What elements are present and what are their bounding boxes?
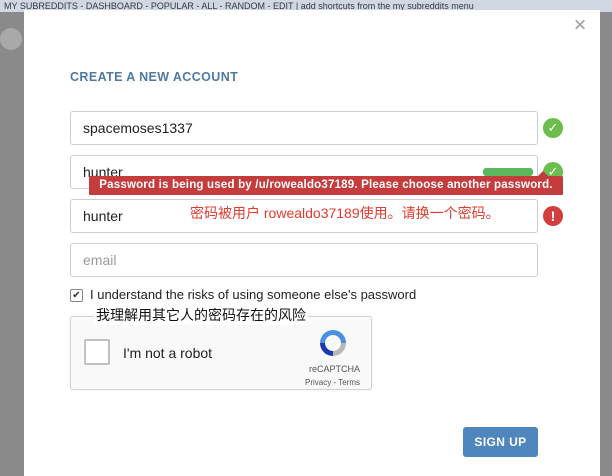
risk-checkbox[interactable]: ✔ (70, 289, 83, 302)
password-strength-bar (483, 168, 533, 176)
error-translation-note: 密码被用户 rowealdo37189使用。请换一个密码。 (190, 205, 500, 221)
email-field[interactable] (70, 243, 538, 277)
recaptcha-logo-icon (320, 330, 346, 356)
page-title: CREATE A NEW ACCOUNT (70, 70, 239, 84)
risk-checkbox-label[interactable]: I understand the risks of using someone … (90, 287, 416, 302)
recaptcha-terms-link[interactable]: Privacy - Terms (71, 378, 373, 387)
recaptcha-brand: reCAPTCHA (308, 364, 360, 374)
close-icon[interactable]: × (572, 14, 588, 36)
check-circle-icon: ✓ (543, 118, 563, 138)
exclamation-circle-icon: ! (543, 206, 563, 226)
sign-up-button[interactable]: SIGN UP (463, 427, 538, 457)
checkbox-translation-note: 我理解用其它人的密码存在的风险 (94, 305, 308, 325)
username-field[interactable] (70, 111, 538, 145)
recaptcha-label: I'm not a robot (123, 345, 213, 361)
error-tooltip: Password is being used by /u/rowealdo371… (89, 171, 563, 195)
recaptcha-widget: I'm not a robot reCAPTCHA Privacy - Term… (70, 316, 372, 390)
recaptcha-checkbox[interactable] (84, 339, 110, 365)
signup-modal: × CREATE A NEW ACCOUNT ✓ ✓ ! Password is… (0, 0, 612, 476)
